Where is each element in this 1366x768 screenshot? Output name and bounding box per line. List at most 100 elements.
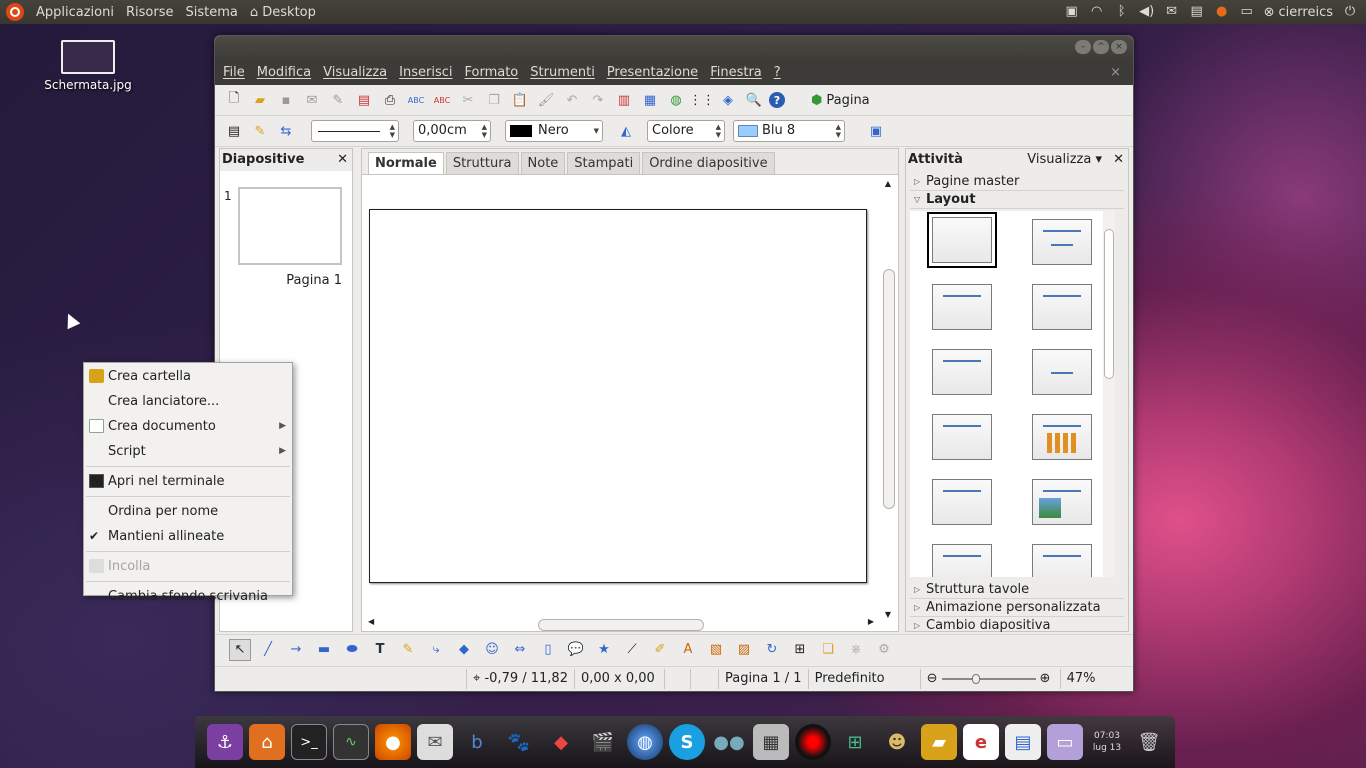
- layout-scroll-thumb[interactable]: [1104, 229, 1114, 379]
- layout-title-2-text[interactable]: [932, 544, 992, 577]
- layout-title-text[interactable]: [932, 414, 992, 460]
- layout-title-table[interactable]: [932, 479, 992, 525]
- spellcheck-icon[interactable]: ABC: [405, 89, 427, 111]
- mail-icon[interactable]: ✉: [1164, 5, 1180, 19]
- volume-icon[interactable]: ◀): [1139, 5, 1155, 19]
- desktop-launcher[interactable]: ⌂ Desktop: [244, 5, 322, 20]
- menu-item-crea-lanciatore[interactable]: Crea lanciatore...: [84, 389, 292, 414]
- line-color-select[interactable]: Nero ▼: [505, 120, 603, 142]
- clone-format-icon[interactable]: 🖌: [535, 89, 557, 111]
- window-icon[interactable]: ▭: [1239, 5, 1255, 19]
- layout-title-2-content[interactable]: [1032, 284, 1092, 330]
- windows-icon[interactable]: ⊞: [837, 724, 873, 760]
- scroll-right-icon[interactable]: ▶: [868, 617, 874, 626]
- menu-modifica[interactable]: Modifica: [251, 65, 317, 80]
- chart-icon[interactable]: ▥: [613, 89, 635, 111]
- page-button[interactable]: ⬢ Pagina: [811, 93, 870, 108]
- tab-struttura[interactable]: Struttura: [445, 152, 519, 174]
- section-pagine-master[interactable]: Pagine master: [910, 173, 1124, 191]
- shadow-icon[interactable]: ▣: [865, 120, 887, 142]
- open-folder-icon[interactable]: ▰: [249, 89, 271, 111]
- power-icon[interactable]: ⏻: [1342, 5, 1358, 19]
- section-cambio-diapositiva[interactable]: Cambio diapositiva: [910, 617, 1124, 635]
- tab-normale[interactable]: Normale: [368, 152, 444, 174]
- save-icon[interactable]: ▪: [275, 89, 297, 111]
- menu-formato[interactable]: Formato: [459, 65, 525, 80]
- scroll-up-icon[interactable]: ▲: [881, 179, 895, 188]
- bluetooth-icon[interactable]: ᛒ: [1114, 5, 1130, 19]
- slide-canvas[interactable]: [369, 209, 867, 583]
- navigator-icon[interactable]: ◈: [717, 89, 739, 111]
- menu-item-ordina-nome[interactable]: Ordina per nome: [84, 499, 292, 524]
- robot-icon[interactable]: ☻: [879, 724, 915, 760]
- styles-icon[interactable]: ▤: [223, 120, 245, 142]
- arrange-icon[interactable]: ❏: [817, 639, 839, 661]
- wifi-icon[interactable]: ◠: [1089, 5, 1105, 19]
- menu-help[interactable]: ?: [768, 65, 787, 80]
- layout-title[interactable]: [1032, 219, 1092, 265]
- zoom-slider[interactable]: ⊖ ⊕: [921, 668, 1061, 689]
- block-arrows-icon[interactable]: ⇔: [509, 639, 531, 661]
- flowchart-icon[interactable]: ▯: [537, 639, 559, 661]
- close-icon[interactable]: ×: [1111, 40, 1127, 54]
- area-icon[interactable]: ◭: [615, 120, 637, 142]
- mail-icon[interactable]: ✉: [417, 724, 453, 760]
- line-icon[interactable]: ✎: [249, 120, 271, 142]
- menu-inserisci[interactable]: Inserisci: [393, 65, 458, 80]
- undo-icon[interactable]: ↶: [561, 89, 583, 111]
- google-earth-icon[interactable]: ◍: [627, 724, 663, 760]
- fill-type-select[interactable]: Colore ▲ ▼: [647, 120, 725, 142]
- text-tool-icon[interactable]: T: [369, 639, 391, 661]
- panel-icon[interactable]: ▤: [1189, 5, 1205, 19]
- section-layout[interactable]: Layout: [910, 191, 1124, 209]
- document-icon[interactable]: ▤: [1005, 724, 1041, 760]
- menu-presentazione[interactable]: Presentazione: [601, 65, 704, 80]
- zoom-value[interactable]: 47%: [1061, 669, 1102, 689]
- vertical-scrollbar[interactable]: ▲ ▼: [881, 179, 895, 619]
- fill-color-select[interactable]: Blu 8 ▲ ▼: [733, 120, 845, 142]
- cut-icon[interactable]: ✂: [457, 89, 479, 111]
- effects-icon[interactable]: ⚙: [873, 639, 895, 661]
- close-pane-icon[interactable]: ✕: [1113, 149, 1124, 171]
- layout-title-text-image[interactable]: [1032, 544, 1092, 577]
- bittorrent-icon[interactable]: b: [459, 724, 495, 760]
- arrow-style-icon[interactable]: ⇆: [275, 120, 297, 142]
- window-titlebar[interactable]: – ^ ×: [215, 36, 1133, 60]
- tab-note[interactable]: Note: [520, 152, 566, 174]
- window-switcher-icon[interactable]: ▭: [1047, 724, 1083, 760]
- copy-icon[interactable]: ❐: [483, 89, 505, 111]
- menu-applicazioni[interactable]: Applicazioni: [30, 5, 120, 20]
- home-folder-icon[interactable]: ⌂: [249, 724, 285, 760]
- layout-title-chart[interactable]: [1032, 414, 1092, 460]
- trash-icon[interactable]: 🗑: [1131, 724, 1167, 760]
- gimp-icon[interactable]: 🐾: [501, 724, 537, 760]
- zoom-out-icon[interactable]: ⊖: [927, 669, 938, 689]
- globe-icon[interactable]: ◍: [665, 89, 687, 111]
- line-width-field[interactable]: 0,00cm ▲ ▼: [413, 120, 491, 142]
- paste-icon[interactable]: 📋: [509, 89, 531, 111]
- table-icon[interactable]: ▦: [639, 89, 661, 111]
- menu-item-script[interactable]: Script ▶: [84, 439, 292, 464]
- menu-item-mantieni-allineate[interactable]: ✔ Mantieni allineate: [84, 524, 292, 549]
- fontwork-icon[interactable]: A: [677, 639, 699, 661]
- scroll-thumb[interactable]: [883, 269, 895, 509]
- anchor-icon[interactable]: ⚓: [207, 724, 243, 760]
- connector-icon[interactable]: ⤷: [425, 639, 447, 661]
- line-style-select[interactable]: ▲ ▼: [311, 120, 399, 142]
- layout-blank[interactable]: [927, 212, 997, 268]
- basic-shapes-icon[interactable]: ◆: [453, 639, 475, 661]
- scroll-down-icon[interactable]: ▼: [881, 610, 895, 619]
- desktop-file-icon[interactable]: Schermata.jpg: [38, 40, 138, 92]
- from-file-icon[interactable]: ▧: [705, 639, 727, 661]
- user-menu[interactable]: ⊗ cierreics: [1264, 5, 1333, 20]
- close-document-icon[interactable]: ×: [1104, 65, 1127, 80]
- menu-item-cambia-sfondo[interactable]: Cambia sfondo scrivania: [84, 584, 292, 609]
- line-tool-icon[interactable]: ╱: [257, 639, 279, 661]
- menu-visualizza[interactable]: Visualizza: [317, 65, 393, 80]
- new-document-icon[interactable]: 🗋: [223, 89, 245, 111]
- minimize-icon[interactable]: –: [1075, 40, 1091, 54]
- autospell-icon[interactable]: ABC: [431, 89, 453, 111]
- clipboard-icon[interactable]: ▣: [1064, 5, 1080, 19]
- video-editor-icon[interactable]: 🎬: [585, 724, 621, 760]
- menu-strumenti[interactable]: Strumenti: [524, 65, 601, 80]
